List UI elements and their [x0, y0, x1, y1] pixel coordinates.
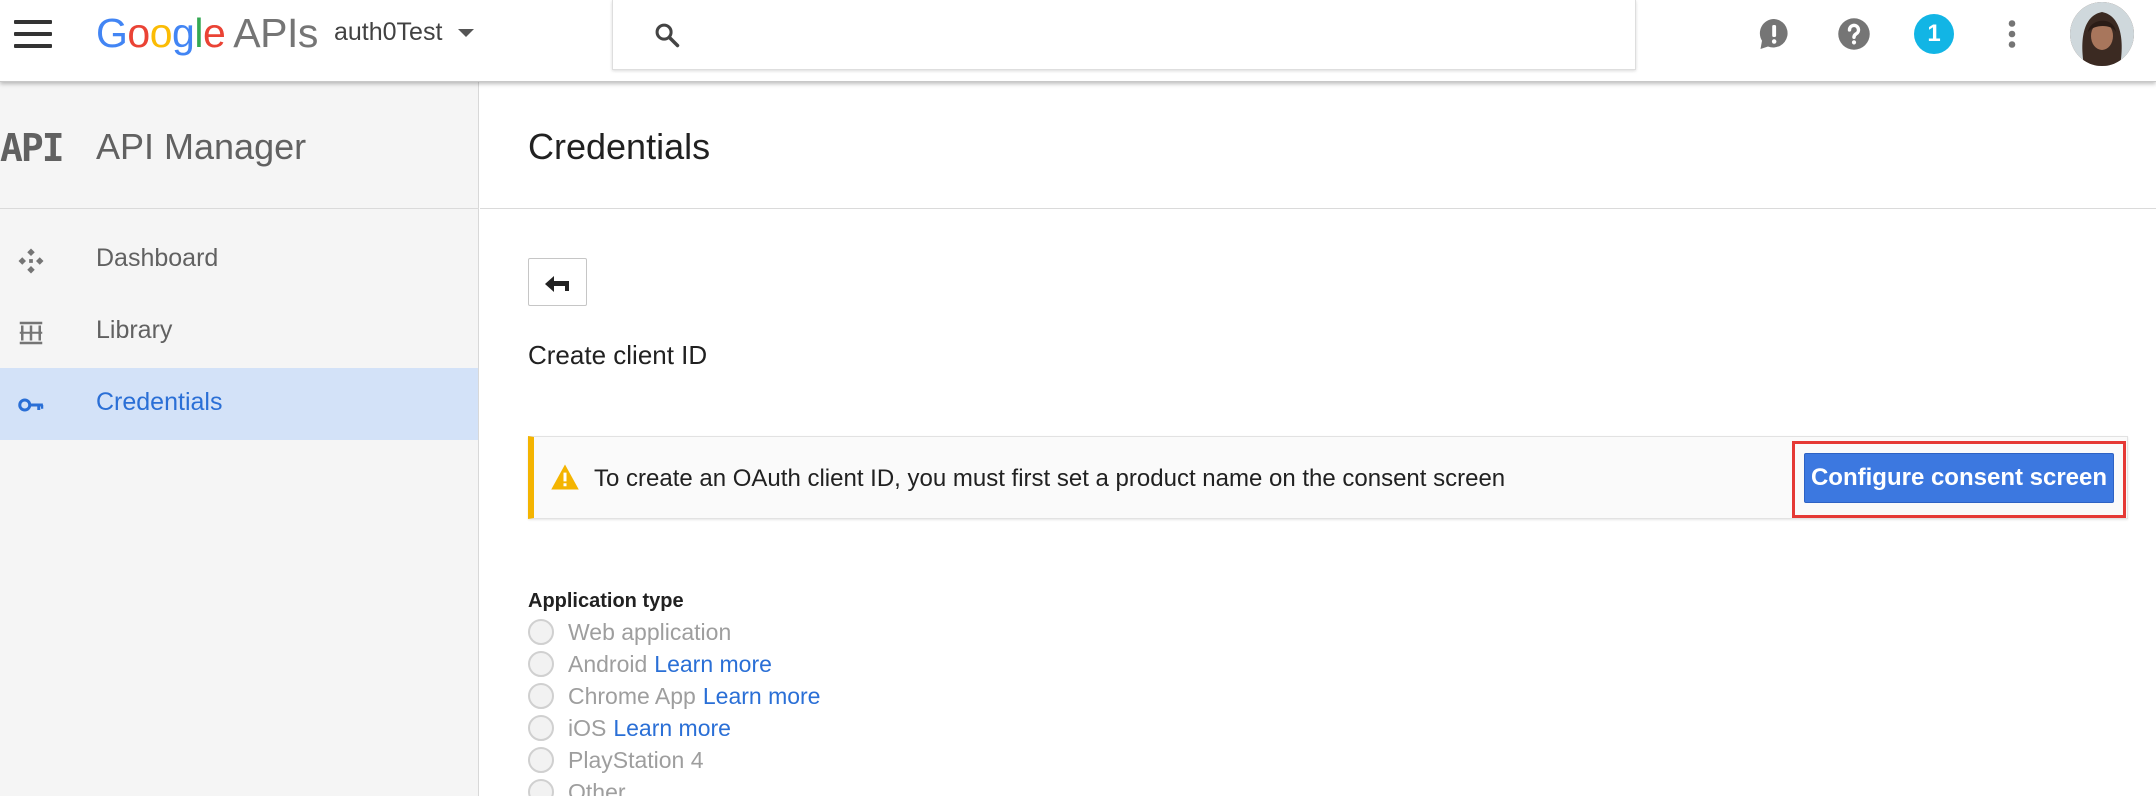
app-type-option-android[interactable]: Android Learn more	[528, 649, 772, 679]
search-icon	[655, 23, 680, 48]
top-bar: Google APIs auth0Test 1	[0, 0, 2156, 82]
application-type-label: Application type	[528, 590, 684, 612]
project-selector[interactable]: auth0Test	[334, 18, 475, 47]
sidebar-header: API API Manager	[0, 82, 479, 209]
search-input[interactable]	[703, 14, 1603, 54]
learn-more-link[interactable]: Learn more	[613, 715, 731, 742]
page-title: Credentials	[528, 126, 711, 167]
logo-letter: l	[194, 10, 203, 56]
app-type-option-other[interactable]: Other	[528, 777, 626, 796]
warning-icon	[551, 464, 579, 490]
api-manager-logo: API	[0, 126, 65, 170]
app-type-option-ios[interactable]: iOS Learn more	[528, 713, 731, 743]
sidebar: API API Manager Dashboard Library Creden…	[0, 82, 479, 796]
logo-letter: o	[127, 10, 150, 56]
logo-apis-text: APIs	[233, 10, 318, 56]
main-header: Credentials	[480, 82, 2156, 209]
option-label: Web application	[568, 618, 732, 645]
learn-more-link[interactable]: Learn more	[703, 683, 821, 710]
logo-letter: o	[149, 10, 173, 56]
radio-button[interactable]	[528, 715, 554, 741]
avatar[interactable]	[2070, 2, 2134, 66]
notification-badge[interactable]: 1	[1914, 14, 1954, 54]
feedback-icon[interactable]	[1756, 16, 1792, 52]
warning-message: To create an OAuth client ID, you must f…	[594, 465, 1506, 492]
create-client-id-heading: Create client ID	[528, 340, 708, 370]
back-arrow-icon	[545, 276, 569, 292]
option-label: iOS	[568, 714, 607, 741]
sidebar-item-label: Dashboard	[96, 244, 219, 272]
dashboard-icon	[18, 248, 44, 274]
app-type-option-chrome-app[interactable]: Chrome App Learn more	[528, 681, 820, 711]
logo-letter: e	[202, 10, 226, 56]
back-button[interactable]	[528, 258, 587, 306]
library-icon	[19, 321, 43, 345]
configure-consent-screen-button[interactable]: Configure consent screen	[1804, 453, 2114, 503]
menu-icon[interactable]	[14, 20, 52, 50]
logo-letter: G	[96, 10, 128, 56]
app-type-option-web[interactable]: Web application	[528, 617, 731, 647]
option-label: PlayStation 4	[568, 746, 704, 773]
app-type-option-playstation-4[interactable]: PlayStation 4	[528, 745, 704, 775]
sidebar-title: API Manager	[96, 126, 307, 167]
sidebar-item-label: Credentials	[96, 388, 223, 416]
more-vert-icon[interactable]	[1994, 16, 2030, 52]
google-apis-logo[interactable]: Google APIs	[96, 10, 318, 57]
chevron-down-icon	[458, 28, 475, 37]
radio-button[interactable]	[528, 651, 554, 677]
radio-button[interactable]	[528, 747, 554, 773]
option-label: Android	[568, 650, 648, 677]
sidebar-item-label: Library	[96, 316, 173, 344]
logo-letter: g	[172, 10, 195, 56]
avatar-photo	[2070, 2, 2134, 66]
key-icon	[18, 398, 44, 412]
radio-button[interactable]	[528, 779, 554, 796]
learn-more-link[interactable]: Learn more	[654, 651, 772, 678]
radio-button[interactable]	[528, 683, 554, 709]
search-bar[interactable]	[612, 0, 1636, 70]
sidebar-item-dashboard[interactable]: Dashboard	[0, 224, 478, 296]
sidebar-item-credentials[interactable]: Credentials	[0, 368, 478, 440]
option-label: Other	[568, 778, 626, 796]
help-icon[interactable]	[1836, 16, 1872, 52]
option-label: Chrome App	[568, 682, 696, 709]
sidebar-item-library[interactable]: Library	[0, 296, 478, 368]
radio-button[interactable]	[528, 619, 554, 645]
project-name: auth0Test	[334, 18, 443, 46]
